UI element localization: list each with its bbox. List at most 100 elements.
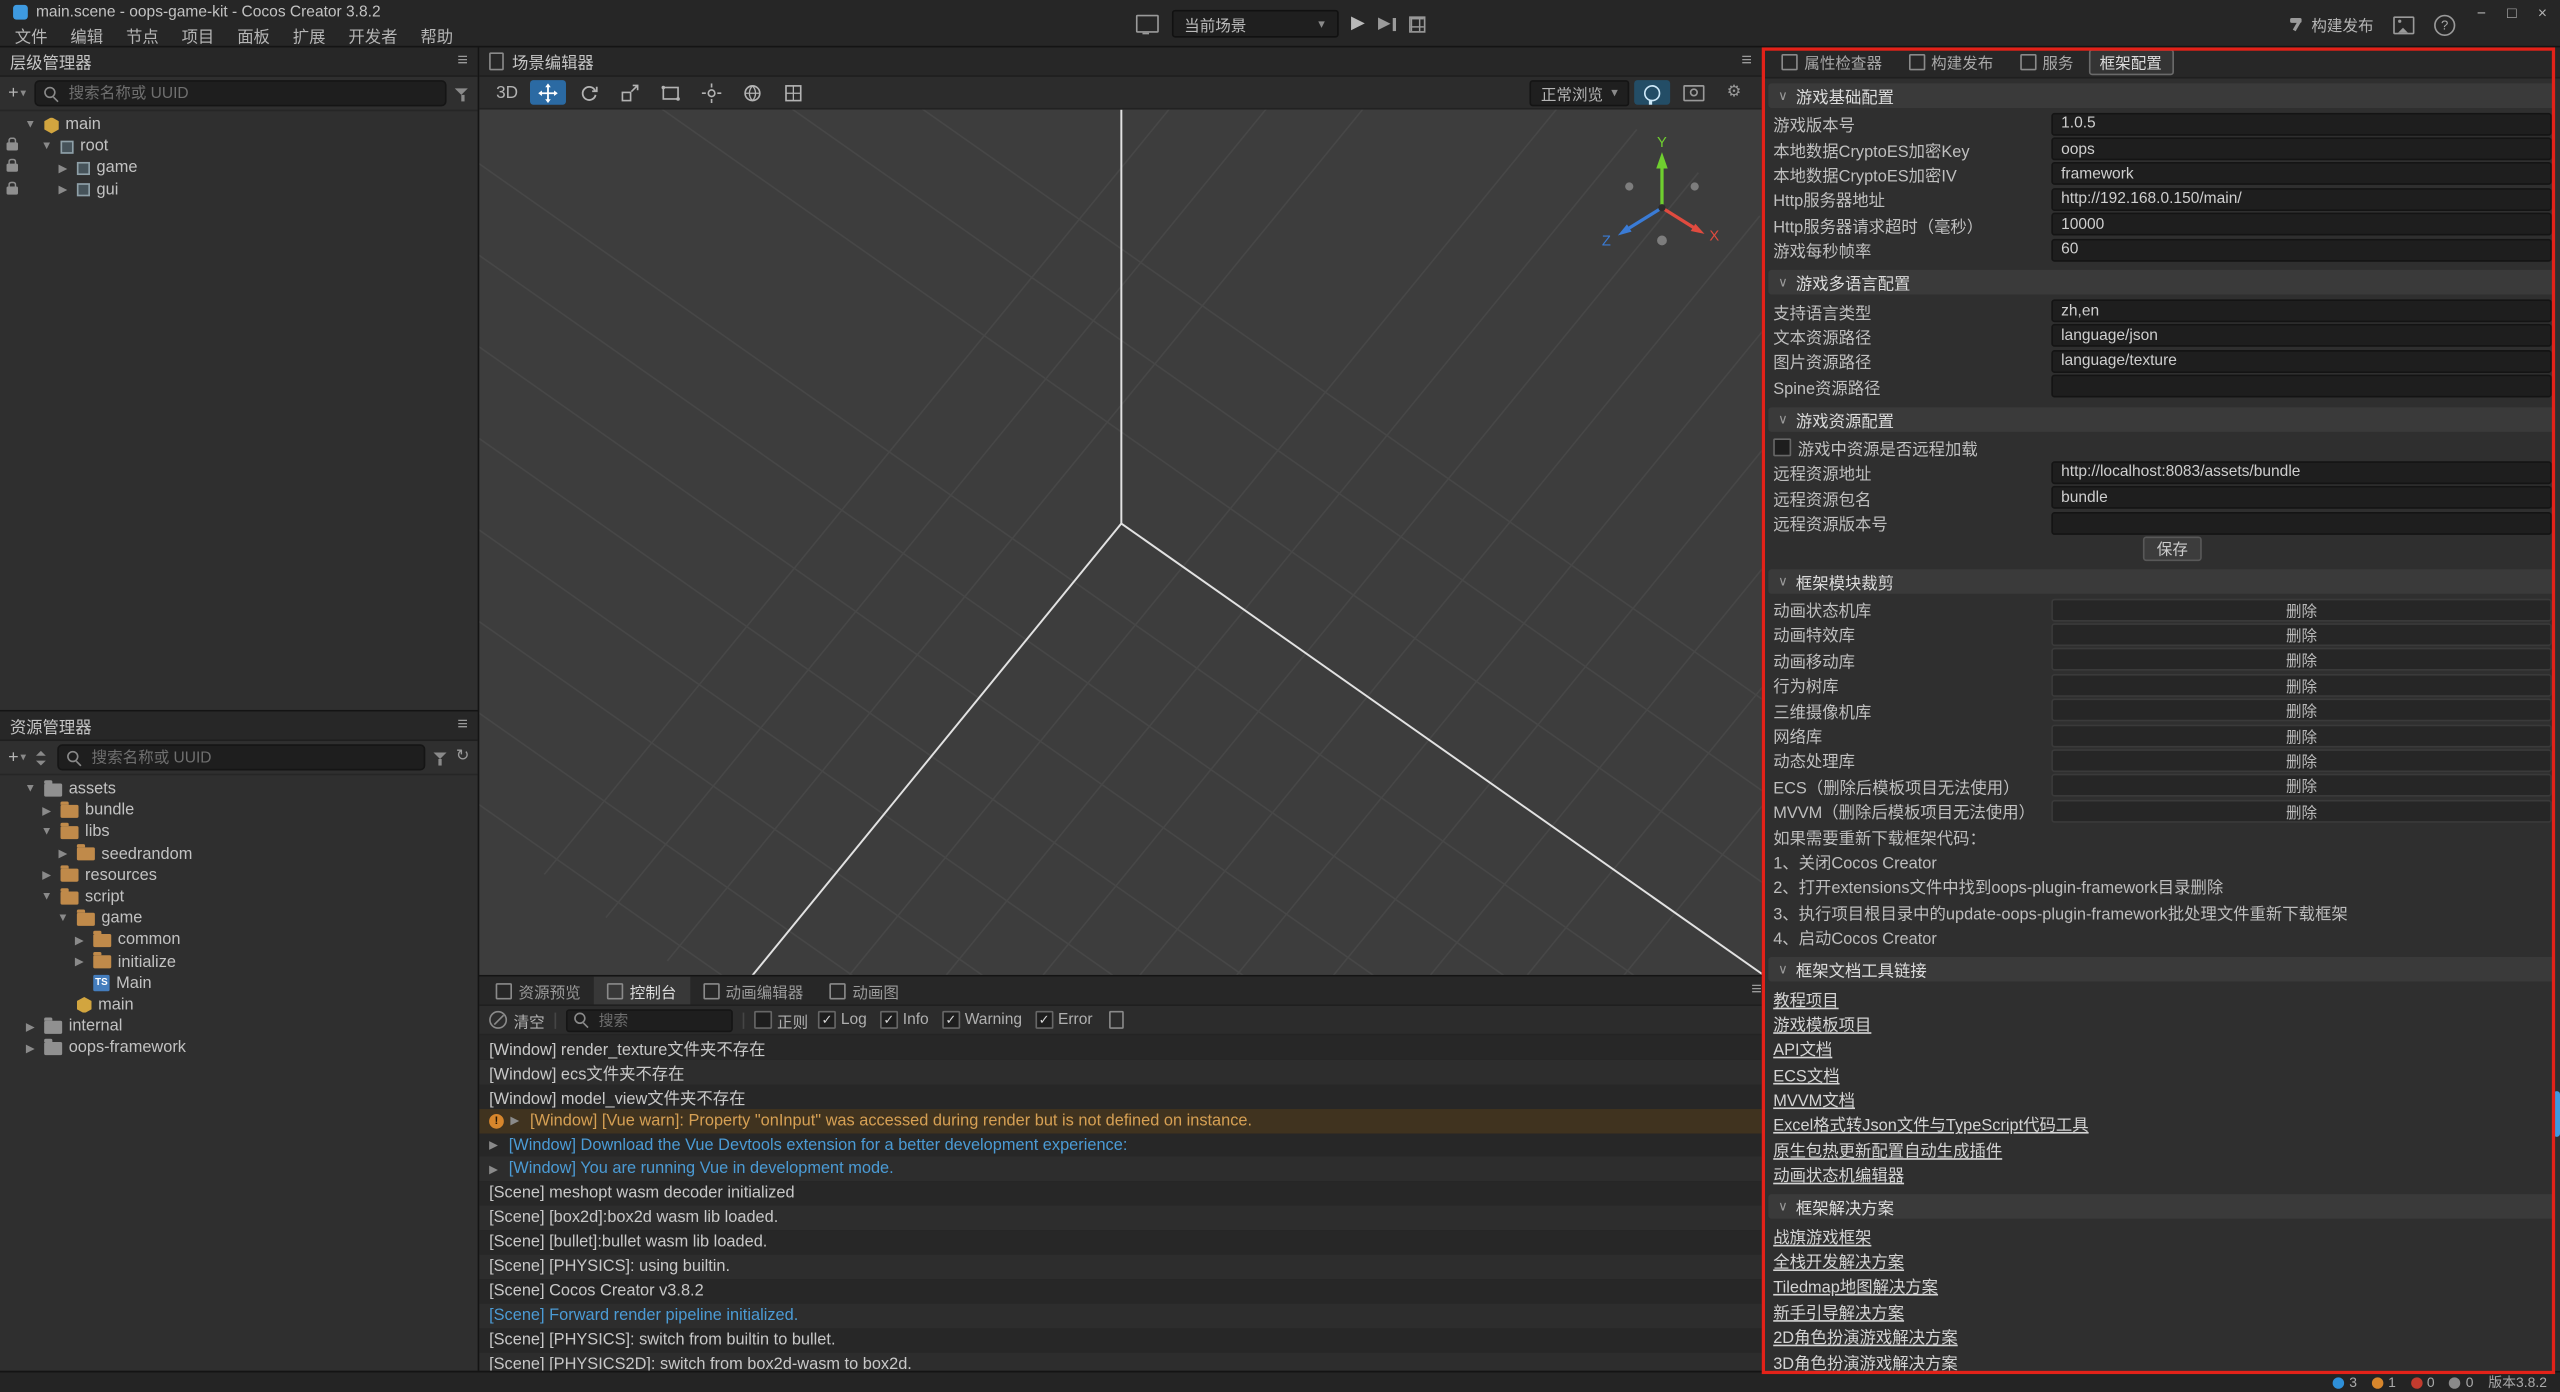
expand-arrow[interactable]: ▶ xyxy=(56,162,71,175)
section-header-框架模块裁剪[interactable]: ∨框架模块裁剪 xyxy=(1768,569,2555,594)
expand-arrow[interactable]: ▶ xyxy=(39,804,54,817)
log-row[interactable]: !▶[Window] [Vue warn]: Property "onInput… xyxy=(479,1109,1761,1133)
property-input-远程资源地址[interactable]: http://localhost:8083/assets/bundle xyxy=(2051,461,2552,484)
console-tab-动画编辑器[interactable]: 动画编辑器 xyxy=(690,977,817,1005)
property-input-远程资源包名[interactable]: bundle xyxy=(2051,486,2552,509)
tree-item-gui[interactable]: ▶gui xyxy=(0,179,478,201)
filter-Info[interactable]: Info xyxy=(880,1011,929,1029)
view-mode-select[interactable]: 正常浏览 ▾ xyxy=(1529,79,1629,105)
expand-arrow[interactable]: ▼ xyxy=(39,141,54,152)
camera-settings-button[interactable] xyxy=(1675,80,1711,105)
log-row[interactable]: [Scene] [bullet]:bullet wasm lib loaded. xyxy=(479,1230,1761,1254)
world-pivot-button[interactable] xyxy=(734,80,770,105)
link-游戏模板项目[interactable]: 游戏模板项目 xyxy=(1768,1010,2555,1035)
delete-button-动画移动库[interactable]: 删除 xyxy=(2051,648,2552,671)
add-node-button[interactable]: +▾ xyxy=(8,83,26,103)
expand-arrow[interactable]: ▼ xyxy=(56,913,71,924)
expand-arrow[interactable]: ▶ xyxy=(489,1163,502,1176)
scale-tool-button[interactable] xyxy=(612,80,648,105)
filter-icon[interactable] xyxy=(455,86,470,101)
error-count-badge[interactable]: 0 xyxy=(2411,1374,2435,1390)
filter-icon[interactable] xyxy=(433,750,448,765)
regex-toggle[interactable]: 正则 xyxy=(754,1008,808,1031)
delete-button-动画状态机库[interactable]: 删除 xyxy=(2051,598,2552,621)
link-3D角色扮演游戏解决方案[interactable]: 3D角色扮演游戏解决方案 xyxy=(1768,1349,2555,1371)
help-icon[interactable]: ? xyxy=(2434,14,2455,35)
section-header-框架文档工具链接[interactable]: ∨框架文档工具链接 xyxy=(1768,957,2555,982)
log-row[interactable]: [Window] ecs文件夹不存在 xyxy=(479,1060,1761,1084)
download-count-badge[interactable]: 0 xyxy=(2449,1374,2473,1390)
menu-item-文件[interactable]: 文件 xyxy=(3,23,59,48)
save-button[interactable]: 保存 xyxy=(2143,536,2202,561)
delete-button-ECS（删除后模板项目无法使用）[interactable]: 删除 xyxy=(2051,774,2552,797)
expand-arrow[interactable]: ▶ xyxy=(23,1020,38,1033)
tree-item-seedrandom[interactable]: ▶seedrandom xyxy=(0,843,478,865)
expand-arrow[interactable]: ▶ xyxy=(39,869,54,882)
inspector-tab-属性检查器[interactable]: 属性检查器 xyxy=(1770,49,1894,75)
console-tab-控制台[interactable]: 控制台 xyxy=(594,977,690,1005)
delete-button-动态处理库[interactable]: 删除 xyxy=(2051,749,2552,772)
play-button[interactable]: ▶ xyxy=(1351,15,1365,33)
property-input-Http服务器地址[interactable]: http://192.168.0.150/main/ xyxy=(2051,188,2552,211)
scene-viewport[interactable]: Y X Z xyxy=(479,110,1761,975)
tree-item-game[interactable]: ▼game xyxy=(0,908,478,930)
section-header-游戏多语言配置[interactable]: ∨游戏多语言配置 xyxy=(1768,270,2555,295)
log-row[interactable]: [Scene] [PHYSICS2D]: switch from box2d-w… xyxy=(479,1352,1761,1371)
link-战旗游戏框架[interactable]: 战旗游戏框架 xyxy=(1768,1223,2555,1248)
menu-item-帮助[interactable]: 帮助 xyxy=(409,23,465,48)
tree-item-internal[interactable]: ▶internal xyxy=(0,1016,478,1038)
filter-checkbox-Warning[interactable] xyxy=(942,1011,960,1029)
delete-button-三维摄像机库[interactable]: 删除 xyxy=(2051,699,2552,722)
section-header-游戏基础配置[interactable]: ∨游戏基础配置 xyxy=(1768,83,2555,108)
log-row[interactable]: [Scene] [PHYSICS]: using builtin. xyxy=(479,1255,1761,1279)
clear-console-button[interactable]: 清空 xyxy=(489,1008,545,1031)
preview-device-icon[interactable] xyxy=(1135,15,1158,33)
link-动画状态机编辑器[interactable]: 动画状态机编辑器 xyxy=(1768,1162,2555,1187)
scrollbar-thumb[interactable] xyxy=(2553,1091,2560,1137)
mode-3d-button[interactable]: 3D xyxy=(489,80,525,105)
filter-Warning[interactable]: Warning xyxy=(942,1011,1022,1029)
scene-settings-button[interactable]: ⚙ xyxy=(1716,80,1752,105)
filter-checkbox-Error[interactable] xyxy=(1035,1011,1053,1029)
tree-item-game[interactable]: ▶game xyxy=(0,158,478,180)
log-row[interactable]: ▶[Window] You are running Vue in develop… xyxy=(479,1157,1761,1181)
info-count-badge[interactable]: 3 xyxy=(2333,1374,2357,1390)
expand-arrow[interactable]: ▼ xyxy=(39,892,54,903)
sort-icon[interactable] xyxy=(34,750,49,765)
log-row[interactable]: [Window] render_texture文件夹不存在 xyxy=(479,1035,1761,1059)
link-Excel格式转Json文件与TypeScript代码工具[interactable]: Excel格式转Json文件与TypeScript代码工具 xyxy=(1768,1111,2555,1136)
log-row[interactable]: [Scene] Cocos Creator v3.8.2 xyxy=(479,1279,1761,1303)
link-API文档[interactable]: API文档 xyxy=(1768,1036,2555,1061)
expand-arrow[interactable]: ▶ xyxy=(56,183,71,196)
expand-arrow[interactable]: ▶ xyxy=(56,848,71,861)
panel-menu-icon[interactable]: ≡ xyxy=(457,716,468,734)
delete-button-动画特效库[interactable]: 删除 xyxy=(2051,623,2552,646)
property-input-文本资源路径[interactable]: language/json xyxy=(2051,325,2552,348)
link-新手引导解决方案[interactable]: 新手引导解决方案 xyxy=(1768,1298,2555,1323)
link-Tiledmap地图解决方案[interactable]: Tiledmap地图解决方案 xyxy=(1768,1273,2555,1298)
rotate-tool-button[interactable] xyxy=(571,80,607,105)
tree-item-main[interactable]: ▼main xyxy=(0,115,478,137)
property-input-本地数据CryptoES加密Key[interactable]: oops xyxy=(2051,138,2552,161)
console-tab-动画图[interactable]: 动画图 xyxy=(816,977,912,1005)
anchor-tool-button[interactable] xyxy=(694,80,730,105)
log-row[interactable]: [Scene] Forward render pipeline initiali… xyxy=(479,1303,1761,1327)
preview-scene-select[interactable]: 当前场景 ▾ xyxy=(1171,10,1338,38)
property-input-远程资源版本号[interactable] xyxy=(2051,512,2552,535)
expand-arrow[interactable]: ▼ xyxy=(39,827,54,838)
expand-arrow[interactable]: ▶ xyxy=(72,955,87,968)
build-publish-button[interactable]: 构建发布 xyxy=(2288,13,2373,36)
minimize-button[interactable]: − xyxy=(2477,5,2486,23)
log-row[interactable]: [Scene] [box2d]:box2d wasm lib loaded. xyxy=(479,1206,1761,1230)
link-全栈开发解决方案[interactable]: 全栈开发解决方案 xyxy=(1768,1248,2555,1273)
inspector-tab-框架配置[interactable]: 框架配置 xyxy=(2088,49,2173,75)
remote-load-checkbox[interactable] xyxy=(1773,439,1791,457)
step-button[interactable]: ▶ xyxy=(1378,15,1396,33)
regex-checkbox[interactable] xyxy=(754,1011,772,1029)
delete-button-行为树库[interactable]: 删除 xyxy=(2051,673,2552,696)
property-input-本地数据CryptoES加密IV[interactable]: framework xyxy=(2051,163,2552,186)
property-input-Spine资源路径[interactable] xyxy=(2051,375,2552,398)
move-tool-button[interactable] xyxy=(530,80,566,105)
menu-item-面板[interactable]: 面板 xyxy=(226,23,282,48)
tree-item-script[interactable]: ▼script xyxy=(0,887,478,909)
